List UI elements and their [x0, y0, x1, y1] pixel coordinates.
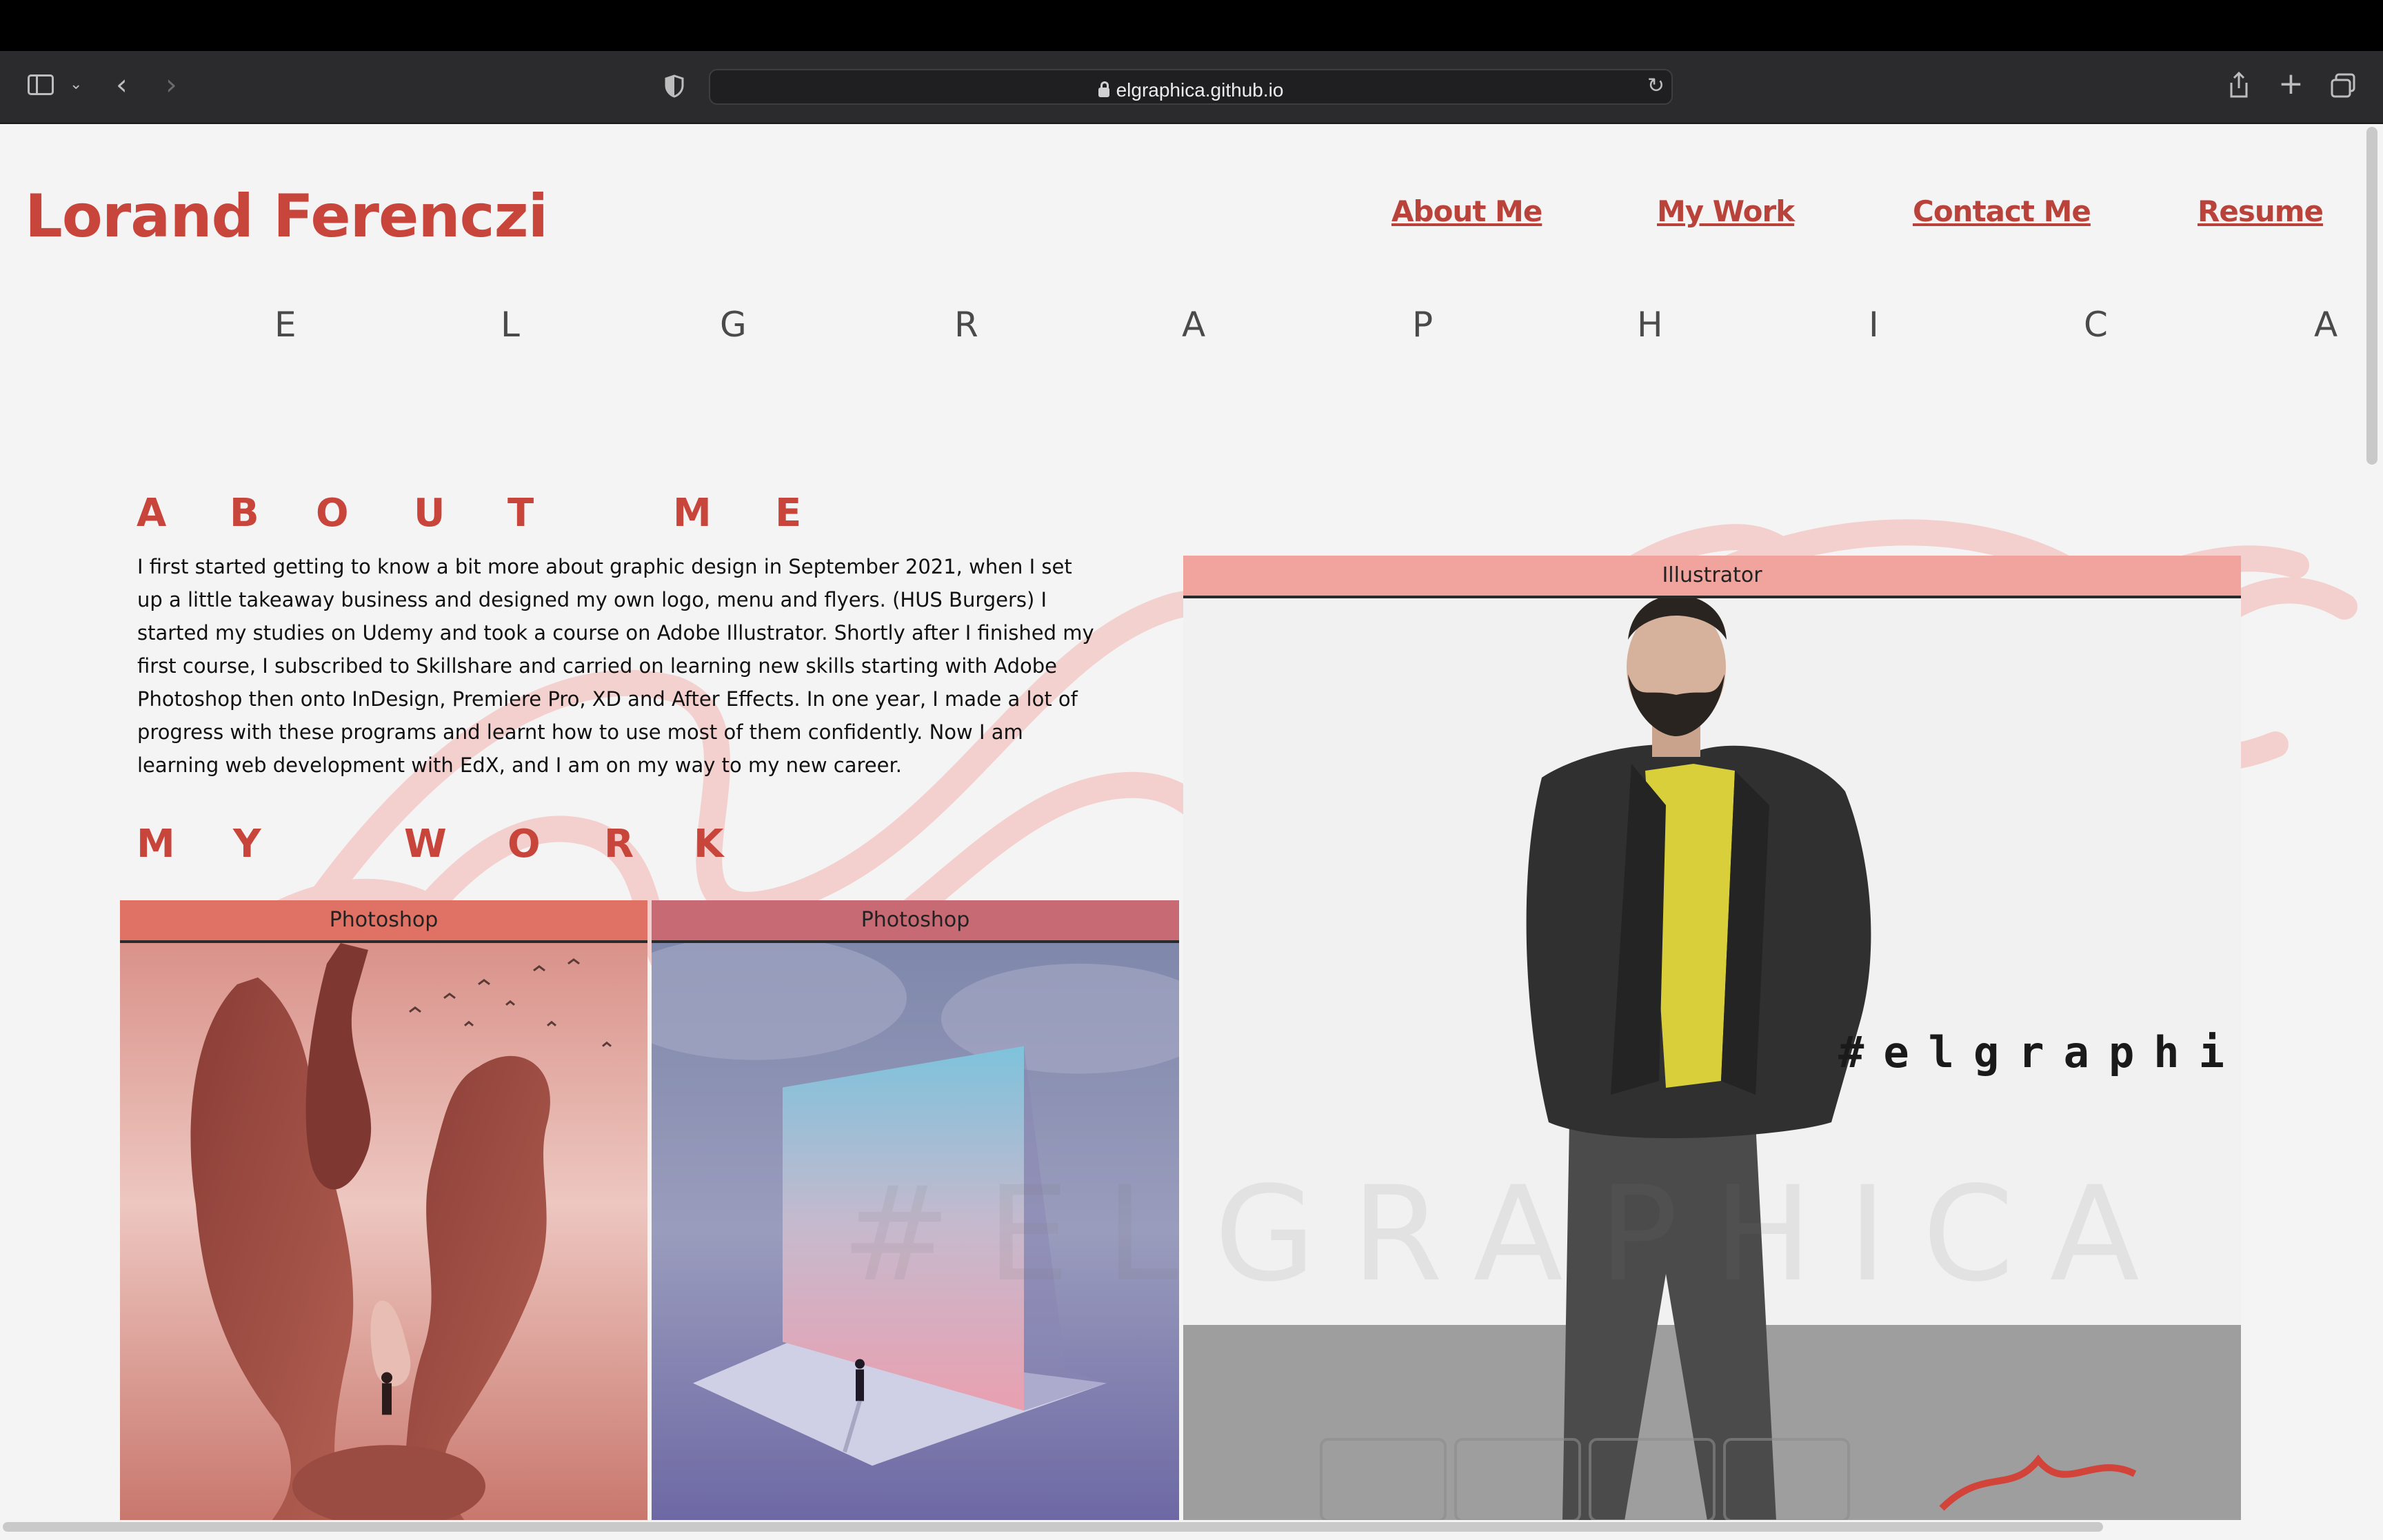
web-page: Lorand Ferenczi About Me My Work Contact… — [0, 124, 2365, 1520]
tagline-letter: A — [2314, 305, 2338, 345]
tagline-letter: P — [1412, 305, 1434, 345]
heading-letter: K — [694, 822, 724, 867]
sidebar-icon[interactable] — [28, 74, 54, 95]
heading-letter: O — [316, 491, 349, 536]
vertical-scrollbar[interactable] — [2366, 127, 2377, 465]
heading-letter: O — [507, 822, 541, 867]
tabs-overview-icon[interactable] — [2331, 73, 2355, 98]
work-card-photoshop-1[interactable]: Photoshop — [120, 900, 647, 1520]
heading-letter: M — [673, 491, 712, 536]
work-card-illustrator[interactable]: Illustrator #elgraphica — [1183, 556, 2241, 1520]
tagline-letter: C — [2084, 305, 2108, 345]
heading-letter: W — [404, 822, 447, 867]
tagline-letter: L — [501, 305, 520, 345]
tagline-letter: G — [720, 305, 747, 345]
card-label: Photoshop — [120, 900, 647, 943]
heading-letter: A — [137, 491, 167, 536]
new-tab-icon[interactable]: + — [2278, 69, 2304, 99]
illustrator-portrait-artwork: #elgraphica — [1183, 598, 2241, 1520]
tagline-letter: I — [1869, 305, 1879, 345]
url-text: elgraphica.github.io — [1116, 79, 1284, 101]
nav-about-me[interactable]: About Me — [1391, 194, 1542, 228]
nav-my-work[interactable]: My Work — [1657, 194, 1795, 228]
heading-letter: E — [775, 491, 802, 536]
shield-icon[interactable] — [665, 74, 684, 98]
canyon-heart-artwork — [120, 943, 647, 1520]
heading-letter: T — [507, 491, 534, 536]
forward-icon[interactable]: › — [165, 70, 177, 99]
window-top-bar — [0, 0, 2383, 51]
tagline-letter: E — [274, 305, 296, 345]
elgraphica-hashtag: #elgraphica — [1838, 1027, 2241, 1077]
site-logo[interactable]: Lorand Ferenczi — [25, 182, 548, 251]
heading-letter: M — [137, 822, 175, 867]
back-icon[interactable]: ‹ — [116, 70, 128, 99]
tagline-letter: R — [954, 305, 978, 345]
nav-resume[interactable]: Resume — [2198, 194, 2324, 228]
reload-icon[interactable]: ↻ — [1647, 76, 1665, 97]
browser-toolbar: ⌄ ‹ › elgraphica.github.io ↻ + — [0, 51, 2383, 124]
elgraphica-watermark: #ELGRAPHICA — [841, 1158, 2175, 1310]
heading-letter: Y — [233, 822, 261, 867]
card-label: Photoshop — [652, 900, 1179, 943]
share-icon[interactable] — [2229, 71, 2249, 99]
card-label: Illustrator — [1183, 556, 2241, 598]
heading-letter: U — [414, 491, 445, 536]
nav-contact-me[interactable]: Contact Me — [1913, 194, 2091, 228]
tagline-letter: H — [1637, 305, 1663, 345]
heading-letter: R — [604, 822, 634, 867]
tagline-letter: A — [1182, 305, 1206, 345]
about-me-text: I first started getting to know a bit mo… — [137, 555, 1094, 777]
heading-letter: B — [230, 491, 259, 536]
address-bar[interactable]: elgraphica.github.io ↻ — [709, 69, 1673, 105]
chevron-down-icon[interactable]: ⌄ — [70, 77, 82, 92]
horizontal-scrollbar[interactable] — [3, 1522, 2103, 1532]
lock-icon — [1098, 81, 1109, 97]
